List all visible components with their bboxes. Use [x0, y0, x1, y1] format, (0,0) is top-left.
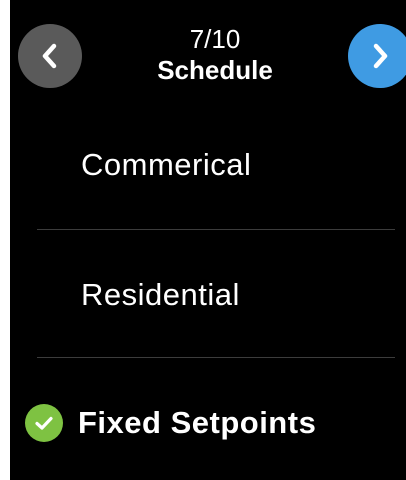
next-button[interactable] — [348, 24, 406, 88]
divider — [37, 229, 395, 230]
option-residential[interactable]: Residential — [10, 245, 406, 345]
back-button[interactable] — [18, 24, 82, 88]
header: 7/10 Schedule — [90, 24, 340, 86]
option-label: Fixed Setpoints — [78, 405, 317, 440]
option-label: Residential — [81, 277, 240, 312]
step-counter: 7/10 — [189, 24, 241, 54]
divider — [37, 357, 395, 358]
chevron-left-icon — [39, 41, 61, 71]
chevron-right-icon — [369, 41, 391, 71]
option-fixed-setpoints[interactable]: Fixed Setpoints — [10, 373, 406, 473]
option-commerical[interactable]: Commerical — [10, 115, 406, 215]
checkmark-icon — [25, 404, 63, 442]
screen: 7/10 Schedule Commerical Residential Fix… — [10, 0, 406, 480]
page-title: Schedule — [157, 55, 273, 85]
option-label: Commerical — [81, 147, 252, 182]
